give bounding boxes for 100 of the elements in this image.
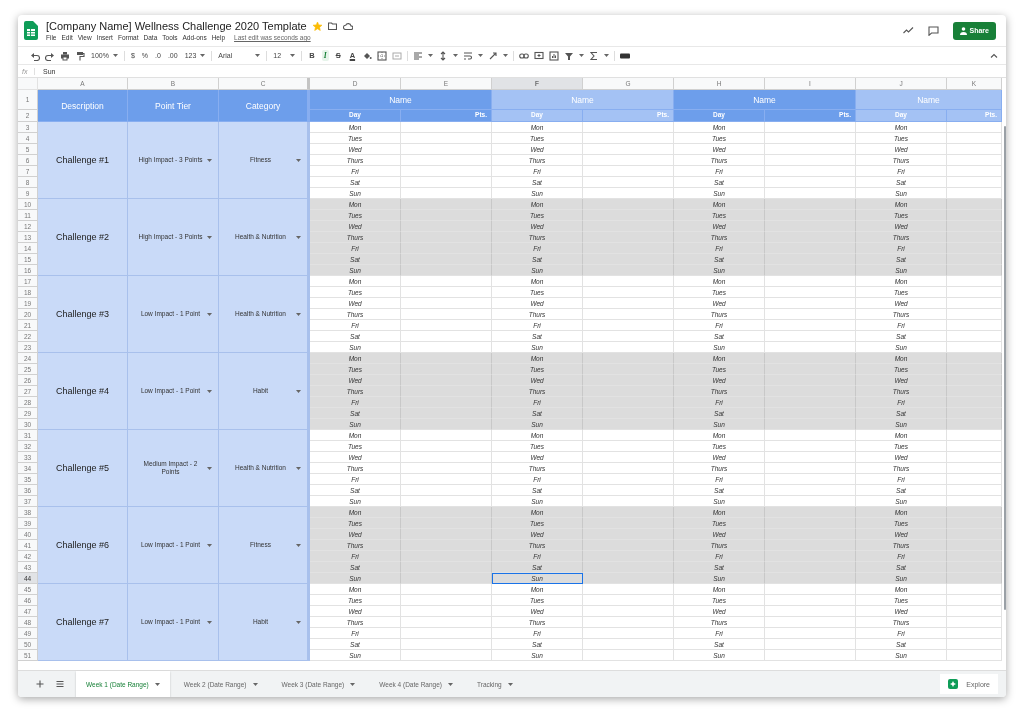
table-cell[interactable] — [401, 144, 492, 155]
sheet-list-icon[interactable] — [56, 680, 64, 688]
document-title[interactable]: [Company Name] Wellness Challenge 2020 Template — [46, 20, 307, 32]
redo-icon[interactable] — [45, 50, 55, 61]
table-cell[interactable] — [401, 287, 492, 298]
table-cell[interactable] — [401, 386, 492, 397]
table-cell[interactable] — [765, 188, 856, 199]
table-cell[interactable] — [765, 199, 856, 210]
table-cell[interactable] — [583, 551, 674, 562]
table-cell[interactable] — [583, 287, 674, 298]
table-cell[interactable] — [583, 199, 674, 210]
table-cell[interactable] — [583, 419, 674, 430]
table-cell[interactable] — [401, 430, 492, 441]
table-cell[interactable] — [401, 452, 492, 463]
table-cell[interactable] — [401, 243, 492, 254]
table-cell[interactable] — [765, 254, 856, 265]
table-cell[interactable] — [947, 199, 1002, 210]
table-cell[interactable] — [765, 166, 856, 177]
undo-icon[interactable] — [30, 50, 40, 61]
table-cell[interactable] — [583, 485, 674, 496]
table-cell[interactable] — [583, 562, 674, 573]
table-cell[interactable] — [401, 463, 492, 474]
table-cell[interactable] — [947, 485, 1002, 496]
table-cell[interactable] — [947, 507, 1002, 518]
table-cell[interactable] — [947, 518, 1002, 529]
print-icon[interactable] — [60, 50, 70, 61]
table-cell[interactable] — [947, 133, 1002, 144]
fill-bucket-icon[interactable] — [362, 50, 373, 61]
table-cell[interactable] — [947, 650, 1002, 661]
table-cell[interactable] — [765, 353, 856, 364]
table-cell[interactable] — [401, 397, 492, 408]
table-cell[interactable] — [947, 364, 1002, 375]
table-cell[interactable] — [947, 617, 1002, 628]
table-cell[interactable] — [765, 551, 856, 562]
table-cell[interactable] — [583, 210, 674, 221]
comment-icon[interactable] — [927, 25, 939, 36]
table-cell[interactable] — [765, 210, 856, 221]
table-cell[interactable] — [583, 452, 674, 463]
table-cell[interactable] — [947, 309, 1002, 320]
table-cell[interactable] — [401, 265, 492, 276]
table-cell[interactable] — [401, 122, 492, 133]
table-cell[interactable] — [583, 540, 674, 551]
table-cell[interactable] — [765, 584, 856, 595]
add-sheet-icon[interactable] — [36, 680, 44, 688]
table-cell[interactable] — [401, 617, 492, 628]
collapse-icon[interactable] — [990, 53, 998, 58]
table-cell[interactable] — [583, 298, 674, 309]
table-cell[interactable] — [401, 573, 492, 584]
table-cell[interactable] — [401, 331, 492, 342]
table-cell[interactable] — [947, 265, 1002, 276]
table-cell[interactable] — [947, 232, 1002, 243]
table-cell[interactable] — [583, 617, 674, 628]
table-cell[interactable] — [765, 386, 856, 397]
table-cell[interactable] — [765, 342, 856, 353]
table-cell[interactable] — [583, 628, 674, 639]
table-cell[interactable] — [765, 540, 856, 551]
table-cell[interactable] — [765, 496, 856, 507]
table-cell[interactable] — [583, 221, 674, 232]
table-cell[interactable] — [765, 650, 856, 661]
table-cell[interactable] — [583, 188, 674, 199]
table-cell[interactable] — [947, 419, 1002, 430]
table-cell[interactable] — [765, 628, 856, 639]
table-cell[interactable] — [401, 507, 492, 518]
table-cell[interactable] — [583, 408, 674, 419]
table-cell[interactable] — [583, 496, 674, 507]
table-cell[interactable] — [765, 221, 856, 232]
table-cell[interactable] — [401, 419, 492, 430]
table-cell[interactable] — [401, 584, 492, 595]
table-cell[interactable] — [765, 606, 856, 617]
table-cell[interactable] — [583, 375, 674, 386]
table-cell[interactable] — [765, 485, 856, 496]
table-cell[interactable] — [401, 551, 492, 562]
table-cell[interactable] — [401, 221, 492, 232]
table-cell[interactable] — [947, 463, 1002, 474]
table-cell[interactable] — [765, 562, 856, 573]
table-cell[interactable] — [947, 177, 1002, 188]
table-cell[interactable] — [947, 562, 1002, 573]
spreadsheet-logo-icon[interactable] — [24, 21, 38, 40]
add-comment-icon[interactable] — [534, 50, 545, 61]
borders-icon[interactable] — [377, 50, 388, 61]
table-cell[interactable] — [401, 540, 492, 551]
table-cell[interactable] — [947, 122, 1002, 133]
table-cell[interactable] — [765, 639, 856, 650]
table-cell[interactable] — [583, 474, 674, 485]
table-cell[interactable] — [947, 188, 1002, 199]
paint-roller-icon[interactable] — [75, 50, 85, 61]
table-cell[interactable] — [765, 298, 856, 309]
table-cell[interactable] — [401, 485, 492, 496]
table-cell[interactable] — [765, 265, 856, 276]
table-cell[interactable] — [583, 276, 674, 287]
table-cell[interactable] — [947, 221, 1002, 232]
chart-icon[interactable] — [549, 50, 560, 61]
table-cell[interactable] — [947, 430, 1002, 441]
table-cell[interactable] — [401, 232, 492, 243]
table-cell[interactable] — [583, 320, 674, 331]
table-cell[interactable] — [947, 474, 1002, 485]
trend-line-icon[interactable] — [902, 27, 914, 34]
table-cell[interactable] — [947, 298, 1002, 309]
table-cell[interactable] — [401, 518, 492, 529]
table-cell[interactable] — [947, 606, 1002, 617]
